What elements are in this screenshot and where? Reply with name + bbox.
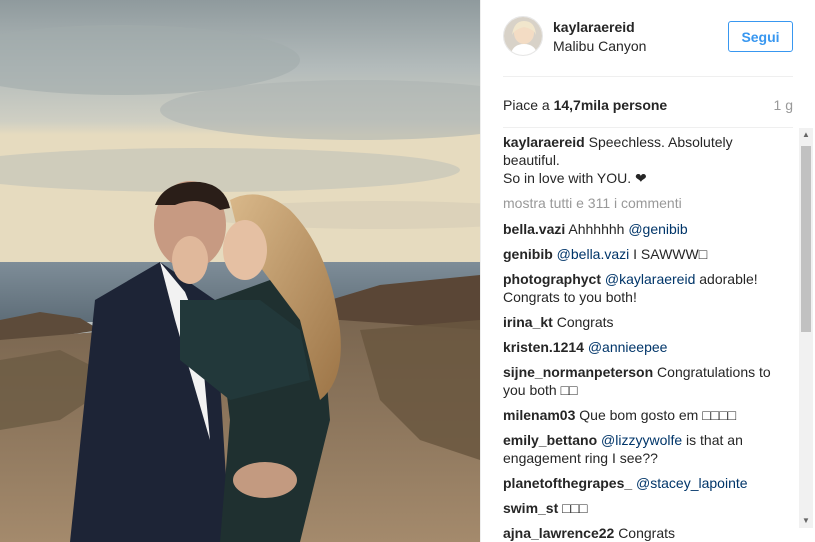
- likes-count[interactable]: Piace a 14,7mila persone: [503, 97, 667, 113]
- comment-item: bella.vazi Ahhhhhh @genibib: [503, 220, 775, 238]
- comment-item: ajna_lawrence22 Congrats: [503, 524, 775, 542]
- comment-username[interactable]: irina_kt: [503, 314, 553, 330]
- avatar[interactable]: [503, 16, 543, 56]
- comment-item: emily_bettano @lizzyywolfe is that an en…: [503, 431, 775, 467]
- comment-item: kristen.1214 @annieepee: [503, 338, 775, 356]
- comment-mention-link[interactable]: @genibib: [628, 221, 687, 237]
- post-details-panel: kaylaraereid Malibu Canyon Segui Piace a…: [480, 0, 815, 542]
- comments-list[interactable]: kaylaraereid Speechless. Absolutely beau…: [503, 133, 775, 542]
- comment-mention-link[interactable]: @kaylaraereid: [605, 271, 695, 287]
- comment-username[interactable]: swim_st: [503, 500, 558, 516]
- comment-item: irina_kt Congrats: [503, 313, 775, 331]
- likes-number: 14,7: [553, 97, 581, 113]
- post-header: kaylaraereid Malibu Canyon Segui: [503, 16, 793, 58]
- likes-prefix: Piace a: [503, 97, 554, 113]
- post-caption: kaylaraereid Speechless. Absolutely beau…: [503, 133, 775, 187]
- comment-text: Ahhhhhh: [568, 221, 629, 237]
- comment-mention-link[interactable]: @annieepee: [588, 339, 668, 355]
- comment-text-after: I SAWWW□: [629, 246, 708, 262]
- couple-kissing-photo: [0, 0, 480, 542]
- user-info: kaylaraereid Malibu Canyon: [553, 18, 646, 55]
- comment-text: Que bom gosto em □□□□: [579, 407, 737, 423]
- comment-mention-link[interactable]: @lizzyywolfe: [601, 432, 682, 448]
- username[interactable]: kaylaraereid: [553, 18, 646, 36]
- post-time[interactable]: 1 g: [774, 96, 793, 114]
- likes-suffix: mila persone: [580, 97, 668, 113]
- comment-mention-link[interactable]: @bella.vazi: [557, 246, 630, 262]
- comment-item: milenam03 Que bom gosto em □□□□: [503, 406, 775, 424]
- avatar-image: [504, 17, 542, 55]
- likes-row: Piace a 14,7mila persone 1 g: [503, 96, 793, 114]
- comment-username[interactable]: sijne_normanpeterson: [503, 364, 653, 380]
- divider: [503, 76, 793, 77]
- scroll-up-arrow-icon[interactable]: ▲: [799, 128, 813, 142]
- comment-username[interactable]: kristen.1214: [503, 339, 584, 355]
- instagram-post: kaylaraereid Malibu Canyon Segui Piace a…: [0, 0, 815, 542]
- comment-text: Congrats: [618, 525, 675, 541]
- comment-item: sijne_normanpeterson Congratulations to …: [503, 363, 775, 399]
- comment-username[interactable]: photographyct: [503, 271, 601, 287]
- comment-text: Congrats: [556, 314, 614, 330]
- post-photo[interactable]: [0, 0, 480, 542]
- heart-icon: ❤: [635, 170, 647, 186]
- scroll-down-arrow-icon[interactable]: ▼: [799, 514, 813, 528]
- follow-button[interactable]: Segui: [728, 21, 793, 52]
- comment-username[interactable]: ajna_lawrence22: [503, 525, 614, 541]
- scrollbar-thumb[interactable]: [801, 146, 811, 332]
- comment-item: genibib @bella.vazi I SAWWW□: [503, 245, 775, 263]
- comment-username[interactable]: emily_bettano: [503, 432, 597, 448]
- location[interactable]: Malibu Canyon: [553, 37, 646, 55]
- caption-line2: So in love with YOU.: [503, 170, 632, 186]
- comment-text: □□□: [562, 500, 588, 516]
- caption-username[interactable]: kaylaraereid: [503, 134, 585, 150]
- comment-item: swim_st □□□: [503, 499, 775, 517]
- divider: [503, 127, 793, 128]
- comment-username[interactable]: genibib: [503, 246, 553, 262]
- show-all-comments-link[interactable]: mostra tutti e 311 i commenti: [503, 194, 775, 212]
- comment-item: photographyct @kaylaraereid adorable! Co…: [503, 270, 775, 306]
- comment-item: planetofthegrapes_ @stacey_lapointe: [503, 474, 775, 492]
- comment-username[interactable]: milenam03: [503, 407, 575, 423]
- comment-username[interactable]: planetofthegrapes_: [503, 475, 632, 491]
- comment-username[interactable]: bella.vazi: [503, 221, 565, 237]
- comment-rows: bella.vazi Ahhhhhh @genibib genibib @bell…: [503, 220, 775, 542]
- scrollbar[interactable]: ▲ ▼: [799, 128, 813, 528]
- comment-mention-link[interactable]: @stacey_lapointe: [636, 475, 748, 491]
